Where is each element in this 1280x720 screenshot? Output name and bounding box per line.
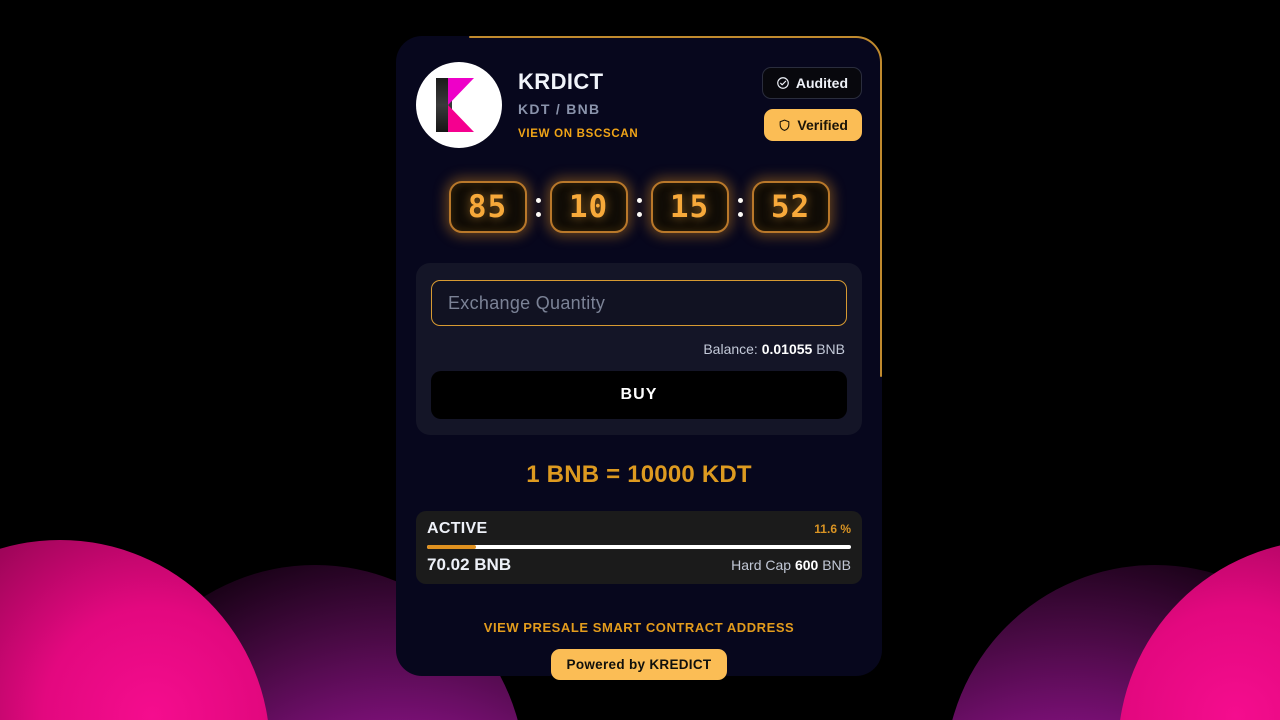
balance-label: Balance: <box>703 341 758 357</box>
wallet-balance: Balance: 0.01055 BNB <box>431 341 847 357</box>
presale-widget-page: KRDICT KDT / BNB VIEW ON BSCSCAN Audited <box>0 0 1280 720</box>
hard-cap: Hard Cap 600 BNB <box>731 557 851 573</box>
token-name: KRDICT <box>518 69 604 94</box>
badge-group: Audited Verified <box>761 62 862 141</box>
logo-chevron-top <box>448 78 474 105</box>
countdown-unit-days: 85 <box>448 181 527 233</box>
countdown-separator <box>737 197 744 217</box>
exchange-panel: Balance: 0.01055 BNB BUY <box>416 263 862 435</box>
view-presale-contract-link[interactable]: VIEW PRESALE SMART CONTRACT ADDRESS <box>416 620 862 635</box>
exchange-quantity-input[interactable] <box>431 280 847 326</box>
countdown-seconds-value: 52 <box>770 188 811 225</box>
presale-percent: 11.6 % <box>814 522 851 536</box>
progress-bar-fill <box>427 545 477 549</box>
verified-badge-label: Verified <box>797 117 848 133</box>
verified-badge[interactable]: Verified <box>764 109 862 141</box>
background-blob-purple-right <box>945 565 1280 720</box>
buy-button[interactable]: BUY <box>431 371 847 419</box>
card-header: KRDICT KDT / BNB VIEW ON BSCSCAN Audited <box>416 62 862 148</box>
hard-cap-label: Hard Cap <box>731 557 792 573</box>
balance-currency: BNB <box>816 341 845 357</box>
background-blob-pink-left <box>0 540 270 720</box>
audited-badge[interactable]: Audited <box>761 67 862 99</box>
amount-raised: 70.02 BNB <box>427 555 512 574</box>
logo-chevron-bottom <box>448 105 474 132</box>
background-blob-pink-right <box>1118 540 1280 720</box>
countdown-unit-hours: 10 <box>549 181 628 233</box>
audited-badge-label: Audited <box>795 75 848 91</box>
shield-icon <box>778 118 791 132</box>
powered-by-badge[interactable]: Powered by KREDICT <box>550 649 728 680</box>
presale-status-badge: ACTIVE <box>427 520 488 537</box>
exchange-rate: 1 BNB = 10000 KDT <box>526 461 752 488</box>
countdown-days-value: 85 <box>467 188 508 225</box>
presale-progress-card: ACTIVE 11.6 % 70.02 BNB Hard Cap 600 BNB <box>416 511 862 584</box>
countdown-hours-value: 10 <box>568 188 609 225</box>
countdown-separator <box>636 197 643 217</box>
balance-value: 0.01055 <box>761 341 813 357</box>
countdown-unit-minutes: 15 <box>650 181 729 233</box>
countdown-unit-seconds: 52 <box>751 181 830 233</box>
countdown-separator <box>535 197 542 217</box>
krdict-k-logo-icon <box>416 62 502 148</box>
progress-bar-track <box>427 545 851 549</box>
token-pair: KDT / BNB <box>518 101 601 118</box>
view-on-bscscan-link[interactable]: VIEW ON BSCSCAN <box>518 128 746 140</box>
hard-cap-value: 600 <box>794 557 819 573</box>
token-info: KRDICT KDT / BNB VIEW ON BSCSCAN <box>518 62 746 140</box>
countdown-timer: 85 10 15 52 <box>416 181 862 233</box>
hard-cap-currency: BNB <box>822 557 851 573</box>
presale-card: KRDICT KDT / BNB VIEW ON BSCSCAN Audited <box>396 36 882 680</box>
countdown-minutes-value: 15 <box>669 188 710 225</box>
check-circle-icon <box>776 76 790 90</box>
